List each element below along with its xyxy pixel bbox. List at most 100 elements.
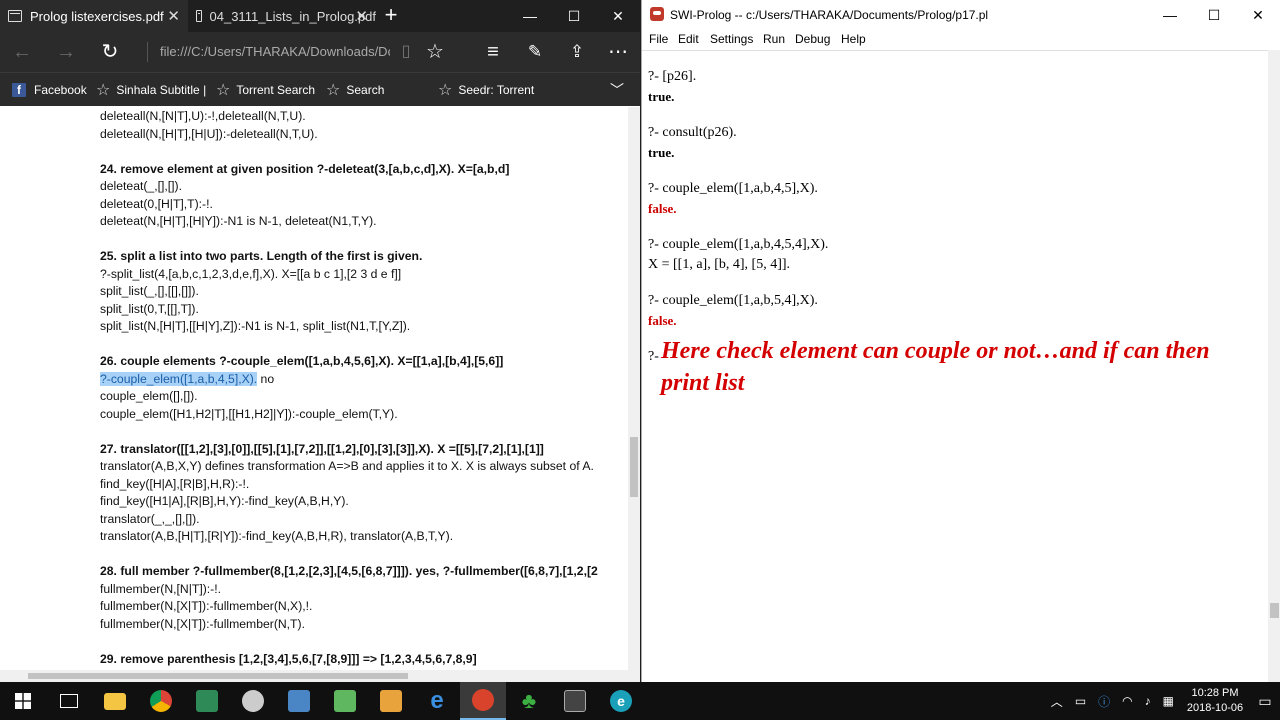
- new-tab-button[interactable]: +: [378, 0, 404, 32]
- app-icon: [196, 690, 218, 712]
- taskbar-app-blue[interactable]: [276, 682, 322, 720]
- menu-bar: File Edit Settings Run Debug Help: [642, 30, 1280, 50]
- menu-file[interactable]: File: [649, 30, 668, 50]
- taskbar-app-video[interactable]: [552, 682, 598, 720]
- taskbar-clock[interactable]: 10:28 PM 2018-10-06: [1180, 686, 1250, 716]
- pdf-text-line: deleteat(N,[H|T],[H|Y]):-N1 is N-1, dele…: [100, 214, 377, 228]
- maximize-button[interactable]: ☐: [552, 0, 596, 32]
- favorite-seedr-torrent[interactable]: ☆ Seedr: Torrent: [438, 73, 534, 107]
- favorite-star-icon[interactable]: ☆: [415, 32, 455, 72]
- scrollbar-thumb[interactable]: [28, 673, 408, 679]
- favorite-torrent-search[interactable]: ☆ Torrent Search: [216, 73, 315, 107]
- scrollbar-thumb[interactable]: [630, 437, 638, 497]
- app-icon: [288, 690, 310, 712]
- pdf-text-line: fullmember(N,[N|T]):-!.: [100, 581, 221, 596]
- pdf-text-line: ?-couple_elem([1,a,b,4,5],X). no: [100, 371, 274, 388]
- forward-button[interactable]: →: [46, 32, 86, 72]
- menu-debug[interactable]: Debug: [795, 30, 830, 50]
- task-view-button[interactable]: [46, 682, 92, 720]
- app-icon: [242, 690, 264, 712]
- maximize-button[interactable]: ☐: [1192, 0, 1236, 30]
- pdf-text-line: split_list(N,[H|T],[[H|Y],Z]):-N1 is N-1…: [100, 319, 411, 333]
- clover-icon: ♣: [521, 688, 537, 713]
- start-button[interactable]: [0, 682, 46, 720]
- menu-run[interactable]: Run: [763, 30, 785, 50]
- back-button[interactable]: ←: [2, 32, 42, 72]
- tab-lists-in-prolog[interactable]: 04_3111_Lists_in_Prolog.pdf ✕: [188, 0, 376, 32]
- volume-icon[interactable]: ♪: [1145, 694, 1151, 708]
- pdf-text-line: fullmember(N,[X|T]):-fullmember(N,T).: [100, 616, 305, 631]
- battery-icon[interactable]: ▭: [1075, 694, 1086, 708]
- edge-browser-window: Prolog listexercises.pdf ✕ 04_3111_Lists…: [0, 0, 640, 682]
- console-line: X = [[1, a], [b, 4], [5, 4]].: [648, 257, 791, 272]
- taskbar-app-clover[interactable]: ♣: [506, 682, 552, 720]
- console-vertical-scrollbar[interactable]: [1268, 50, 1280, 682]
- action-center-icon[interactable]: ▭: [1250, 682, 1280, 720]
- swi-prolog-window: SWI-Prolog -- c:/Users/THARAKA/Documents…: [641, 0, 1280, 682]
- app-icon: e: [610, 690, 632, 712]
- scrollbar-thumb[interactable]: [1270, 603, 1279, 618]
- info-icon[interactable]: ⓘ: [1098, 693, 1110, 710]
- pdf-text-line: translator(A,B,[H|T],[R|Y]):-find_key(A,…: [100, 529, 454, 543]
- pdf-text-line: couple_elem([],[]).: [100, 389, 198, 403]
- pdf-horizontal-scrollbar[interactable]: [0, 670, 640, 682]
- share-icon[interactable]: ⇪: [557, 32, 597, 72]
- pdf-text-line: find_key([H|A],[R|B],H,R):-!.: [100, 476, 250, 491]
- favorite-sinhala-subtitle[interactable]: ☆ Sinhala Subtitle |: [96, 73, 206, 107]
- minimize-button[interactable]: —: [508, 0, 552, 32]
- address-bar[interactable]: file:///C:/Users/THARAKA/Downloads/Dc: [160, 40, 390, 64]
- chevron-down-icon[interactable]: ﹀: [610, 73, 624, 107]
- taskbar-media-player[interactable]: [368, 682, 414, 720]
- console-result: true.: [648, 145, 675, 160]
- taskbar-edge[interactable]: e: [414, 682, 460, 720]
- pdf-vertical-scrollbar[interactable]: [628, 107, 640, 670]
- taskbar-app-e[interactable]: e: [598, 682, 644, 720]
- hub-icon[interactable]: ≡: [473, 32, 513, 72]
- wifi-icon[interactable]: ◠: [1122, 694, 1132, 708]
- edge-navigation-bar: ← → ↻ file:///C:/Users/THARAKA/Downloads…: [0, 32, 640, 72]
- keyboard-icon[interactable]: ▦: [1163, 694, 1174, 708]
- favorite-search[interactable]: ☆ Search: [326, 73, 384, 107]
- close-window-button[interactable]: ✕: [596, 0, 640, 32]
- web-note-icon[interactable]: ✎: [515, 32, 555, 72]
- menu-help[interactable]: Help: [841, 30, 866, 50]
- taskbar-app-notepad[interactable]: [322, 682, 368, 720]
- more-icon[interactable]: ⋯: [598, 32, 638, 72]
- pdf-text-line: deleteall(N,[H|T],[H|U]):-deleteall(N,T,…: [100, 126, 318, 141]
- console-result: false.: [648, 201, 677, 216]
- pdf-text-line: deleteall(N,[N|T],U):-!,deleteall(N,T,U)…: [100, 109, 306, 123]
- refresh-button[interactable]: ↻: [90, 32, 130, 72]
- taskbar-file-explorer[interactable]: [92, 682, 138, 720]
- console-line: ?- couple_elem([1,a,b,4,5],X).: [648, 181, 818, 196]
- close-tab-icon[interactable]: ✕: [355, 7, 368, 25]
- favorite-facebook[interactable]: f Facebook: [12, 73, 87, 107]
- chevron-up-icon[interactable]: ︿: [1051, 693, 1063, 710]
- pdf-text: no: [257, 371, 275, 386]
- taskbar-chrome[interactable]: [138, 682, 184, 720]
- console-line: ?- couple_elem([1,a,b,4,5,4],X).: [648, 237, 829, 252]
- address-separator: [147, 42, 148, 62]
- windows-taskbar: e ♣ e ︿ ▭ ⓘ ◠ ♪ ▦ 10:28 PM 2018-10-06 ▭: [0, 682, 1280, 720]
- favorite-label: Facebook: [34, 83, 87, 97]
- minimize-button[interactable]: —: [1148, 0, 1192, 30]
- facebook-icon: f: [12, 83, 26, 97]
- swi-prolog-owl-icon: [472, 689, 494, 711]
- taskbar-app-mascot[interactable]: [230, 682, 276, 720]
- close-tab-icon[interactable]: ✕: [167, 7, 180, 25]
- console-line: ?- [p26].: [648, 69, 697, 84]
- tab-prolog-listexercises[interactable]: Prolog listexercises.pdf ✕: [0, 0, 188, 32]
- menu-settings[interactable]: Settings: [710, 30, 753, 50]
- menu-edit[interactable]: Edit: [678, 30, 699, 50]
- console-line: ?- couple_elem([1,a,b,5,4],X).: [648, 293, 818, 308]
- chrome-icon: [150, 690, 172, 712]
- taskbar-swi-prolog[interactable]: [460, 682, 506, 720]
- close-window-button[interactable]: ✕: [1236, 0, 1280, 30]
- pdf-heading-line: 24. remove element at given position ?-d…: [100, 161, 510, 176]
- taskbar-app-green[interactable]: [184, 682, 230, 720]
- pdf-text-line: split_list(0,T,[[],T]).: [100, 301, 199, 316]
- pdf-text-line: translator(_,_,[],[]).: [100, 511, 200, 526]
- media-player-icon: [380, 690, 402, 712]
- tab-title: Prolog listexercises.pdf: [30, 8, 164, 24]
- swi-prolog-owl-icon: [650, 7, 664, 21]
- selected-text[interactable]: ?-couple_elem([1,a,b,4,5],X).: [100, 371, 258, 386]
